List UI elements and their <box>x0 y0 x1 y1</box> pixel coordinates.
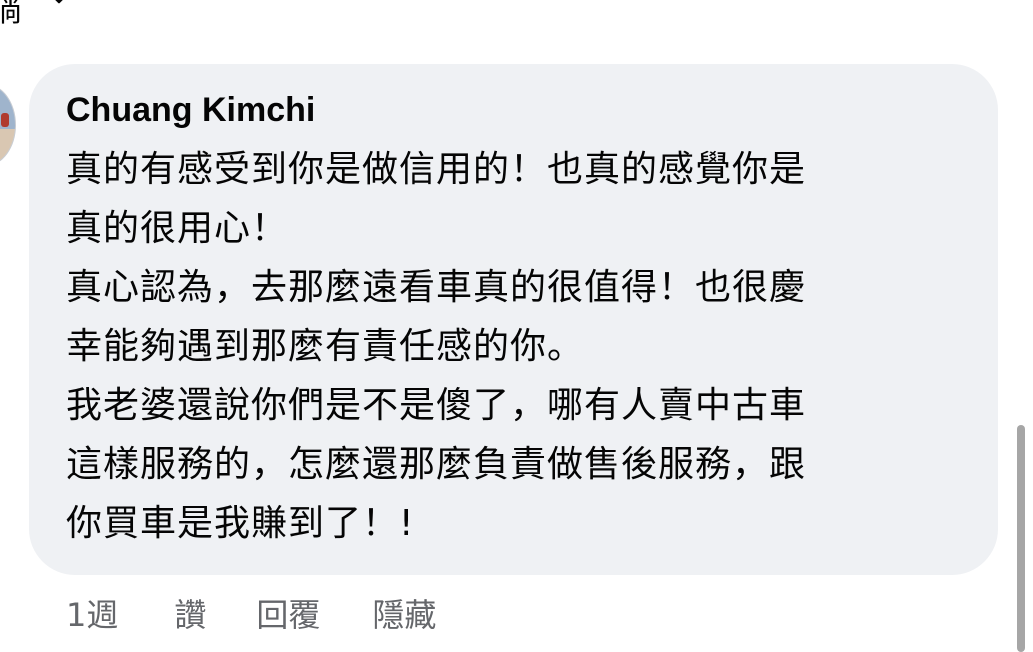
comment-line: 真心認為，去那麼遠看車真的很值得！也很慶 <box>66 267 807 308</box>
comment-text: 真的有感受到你是做信用的！也真的感覺你是 真的很用心！ 真心認為，去那麼遠看車真… <box>66 140 966 553</box>
comment-line: 真的很用心！ <box>66 208 289 249</box>
comment-author[interactable]: Chuang Kimchi <box>66 88 315 132</box>
like-button[interactable]: 讚 <box>174 590 206 636</box>
cropped-header-text: 倘 <box>0 0 22 29</box>
hide-button[interactable]: 隱藏 <box>372 590 436 636</box>
reply-button[interactable]: 回覆 <box>256 590 320 636</box>
scrollbar[interactable] <box>1017 425 1025 652</box>
comment-timestamp[interactable]: 1週 <box>66 590 118 636</box>
comment-view: 倘 Chuang Kimchi 真的有感受到你是做信用的！也真的感覺你是 真的很… <box>0 0 1033 652</box>
comment-line: 你買車是我賺到了！! <box>66 503 415 544</box>
avatar[interactable] <box>0 84 16 166</box>
comment-actions: 1週 讚 回覆 隱藏 <box>66 590 436 636</box>
comment-line: 我老婆還說你們是不是傻了，哪有人賣中古車 <box>66 385 807 426</box>
comment-line: 真的有感受到你是做信用的！也真的感覺你是 <box>66 149 807 190</box>
chevron-down-icon[interactable] <box>52 0 66 8</box>
comment-line: 這樣服務的，怎麼還那麼負責做售後服務，跟 <box>66 444 807 485</box>
comment-line: 幸能夠遇到那麼有責任感的你。 <box>66 326 585 367</box>
